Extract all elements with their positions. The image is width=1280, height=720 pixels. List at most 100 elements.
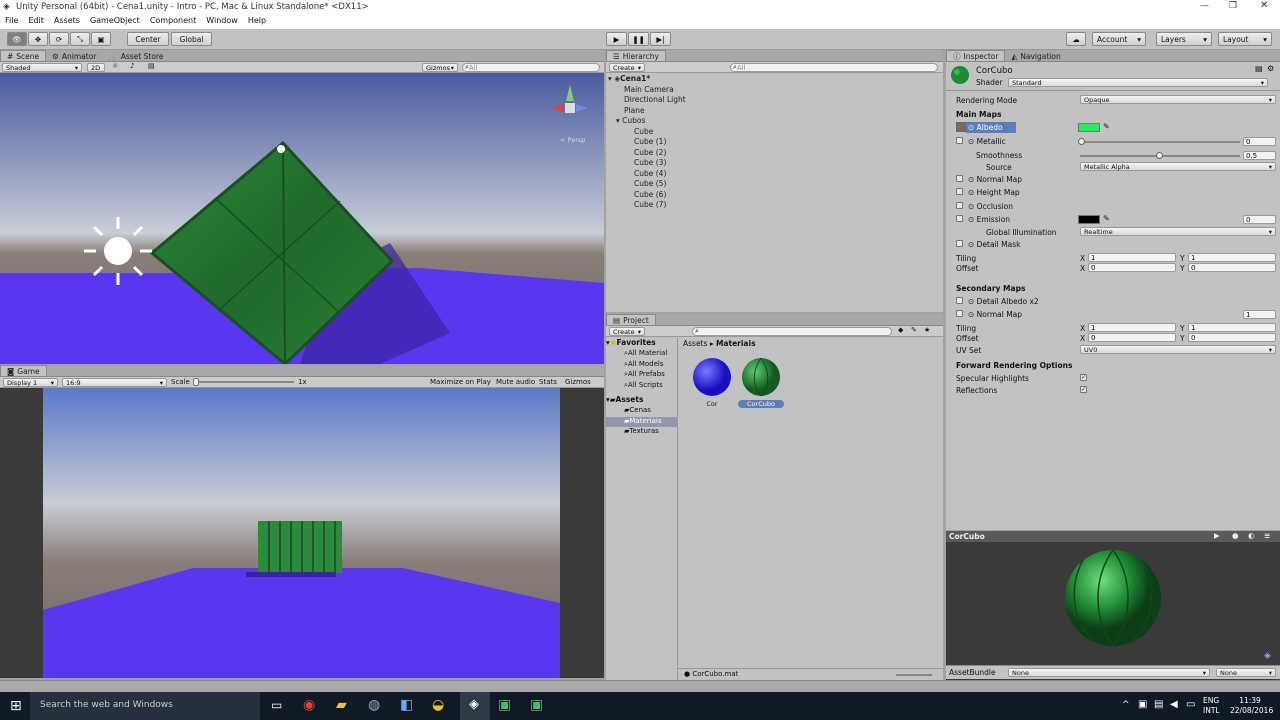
menu-edit[interactable]: Edit xyxy=(23,15,49,29)
action-center-icon[interactable]: ▤ xyxy=(1154,699,1163,710)
pivot-center-button[interactable]: Center xyxy=(127,32,169,46)
emission-slot[interactable] xyxy=(956,215,963,222)
aspect-dropdown[interactable]: 16:9 ▾ xyxy=(62,378,167,387)
project-search-input[interactable]: ⌕ xyxy=(692,327,892,336)
scene-root[interactable]: ▾ ◈Cena1* xyxy=(608,74,938,85)
assetbundle-dropdown[interactable]: None ▾ xyxy=(1008,668,1210,677)
hierarchy-child[interactable]: Cube (3) xyxy=(608,158,938,169)
scene-search-input[interactable]: ⌕ All xyxy=(462,63,600,72)
camtasia-recorder-icon[interactable]: ▣ xyxy=(530,697,543,713)
visual-studio-icon[interactable]: ◧ xyxy=(400,697,413,713)
book-icon[interactable]: ▤ xyxy=(1255,64,1263,73)
hierarchy-search-input[interactable]: ⌕ All xyxy=(730,63,938,72)
smoothness-value-field[interactable]: 0.5 xyxy=(1243,151,1276,160)
cubes-group[interactable] xyxy=(246,521,342,577)
asset-folder-selected[interactable]: ▰Materiais xyxy=(606,416,677,427)
steam-icon[interactable]: ◍ xyxy=(368,697,380,713)
task-view-icon[interactable]: ▭ xyxy=(271,698,282,712)
offset-x-field[interactable]: 0 xyxy=(1088,263,1176,272)
uv-set-dropdown[interactable]: UV0 ▾ xyxy=(1080,345,1276,354)
reflections-checkbox[interactable]: ✓ xyxy=(1080,386,1087,393)
assets-header[interactable]: ▾▰Assets xyxy=(606,395,677,406)
scale-slider[interactable] xyxy=(194,381,294,383)
preview-sphere[interactable] xyxy=(1063,548,1163,648)
eyedropper-icon[interactable]: ✎ xyxy=(1103,214,1110,223)
tiling2-x-field[interactable]: 1 xyxy=(1088,323,1176,332)
unity-taskbar-button[interactable]: ◈ xyxy=(460,692,490,720)
scale-slider-thumb[interactable] xyxy=(193,378,199,386)
breadcrumb-root[interactable]: Assets xyxy=(683,339,707,348)
pause-button[interactable]: ❚❚ xyxy=(628,32,649,46)
asset-folder[interactable]: ▰Cenas xyxy=(606,406,677,417)
hierarchy-child[interactable]: Cube (4) xyxy=(608,169,938,180)
game-viewport[interactable] xyxy=(43,388,560,678)
metallic-value-field[interactable]: 0 xyxy=(1243,137,1276,146)
menu-file[interactable]: File xyxy=(0,15,23,29)
step-button[interactable]: ▶| xyxy=(650,32,671,46)
metallic-slider[interactable] xyxy=(1080,141,1240,143)
eyedropper-icon[interactable]: ✎ xyxy=(1103,122,1110,131)
account-dropdown[interactable]: Account ▾ xyxy=(1092,32,1146,46)
hierarchy-child[interactable]: Cube (1) xyxy=(608,137,938,148)
maximize-button[interactable]: ❐ xyxy=(1229,1,1237,11)
source-dropdown[interactable]: Metallic Alpha ▾ xyxy=(1080,162,1276,171)
mode-2d-toggle[interactable]: 2D xyxy=(87,63,105,72)
network-icon[interactable]: ▣ xyxy=(1138,699,1147,710)
project-create-dropdown[interactable]: Create ▾ xyxy=(609,327,645,336)
occlusion-slot[interactable] xyxy=(956,202,963,209)
sphere-preview-icon[interactable]: ● xyxy=(1232,531,1239,540)
shader-dropdown[interactable]: Standard ▾ xyxy=(1008,78,1268,87)
hierarchy-child[interactable]: Cube xyxy=(608,127,938,138)
scale-tool-button[interactable]: ⤡ xyxy=(70,32,90,46)
persp-label[interactable]: < Persp xyxy=(560,136,585,144)
tab-game[interactable]: ◙ Game xyxy=(0,365,47,376)
hierarchy-child[interactable]: Cube (7) xyxy=(608,200,938,211)
tiling-x-field[interactable]: 1 xyxy=(1088,253,1176,262)
norton-icon[interactable]: ◒ xyxy=(432,697,444,713)
normal-map2-slot[interactable] xyxy=(956,310,963,317)
move-tool-button[interactable]: ✥ xyxy=(28,32,48,46)
hierarchy-item[interactable]: Plane xyxy=(608,106,938,117)
scene-viewport[interactable] xyxy=(0,73,604,364)
hierarchy-group[interactable]: ▾ Cubos xyxy=(608,116,938,127)
show-hidden-icons[interactable]: ^ xyxy=(1122,700,1130,710)
maximize-on-play-toggle[interactable]: Maximize on Play xyxy=(430,378,491,386)
hierarchy-child[interactable]: Cube (6) xyxy=(608,190,938,201)
sun-light-gizmo[interactable] xyxy=(104,237,132,265)
tab-asset-store[interactable]: 🛒 Asset Store xyxy=(102,51,169,62)
tag-icon[interactable]: ◈ xyxy=(1264,651,1271,661)
pivot-global-button[interactable]: Global xyxy=(171,32,212,46)
rotate-tool-button[interactable]: ⟳ xyxy=(49,32,69,46)
tab-project[interactable]: ▤ Project xyxy=(606,314,656,325)
favorite-item[interactable]: ⌕All Material xyxy=(606,349,677,360)
asset-tile[interactable]: Cor xyxy=(690,356,734,408)
taskbar-search-box[interactable]: Search the web and Windows xyxy=(30,692,260,720)
clock[interactable]: 11:39 22/08/2016 xyxy=(1230,696,1273,716)
tab-inspector[interactable]: ⓘ Inspector xyxy=(946,50,1006,61)
tab-animator[interactable]: ⚙ Animator xyxy=(46,51,102,62)
menu-gameobject[interactable]: GameObject xyxy=(85,15,145,29)
normal-map-slot[interactable] xyxy=(956,175,963,182)
light-preview-icon[interactable]: ◐ xyxy=(1248,531,1255,540)
metallic-texture-slot[interactable] xyxy=(956,137,963,144)
rendering-mode-dropdown[interactable]: Opaque ▾ xyxy=(1080,95,1276,104)
menu-component[interactable]: Component xyxy=(145,15,201,29)
lighting-toggle-icon[interactable]: ☼ xyxy=(112,62,118,70)
hierarchy-child[interactable]: Cube (5) xyxy=(608,179,938,190)
menu-assets[interactable]: Assets xyxy=(49,15,85,29)
asset-folder[interactable]: ▰Texturas xyxy=(606,427,677,438)
favorite-star-icon[interactable]: ★ xyxy=(924,326,930,334)
hierarchy-item[interactable]: Directional Light xyxy=(608,95,938,106)
tab-scene[interactable]: # Scene xyxy=(0,50,47,61)
scene-gizmos-dropdown[interactable]: Gizmos ▾ xyxy=(422,63,458,72)
albedo-texture-slot[interactable] xyxy=(956,122,966,132)
game-gizmos-dropdown[interactable]: Gizmos xyxy=(565,378,591,386)
metallic-slider-thumb[interactable] xyxy=(1078,138,1085,145)
filter-type-icon[interactable]: ◆ xyxy=(898,326,903,334)
shading-dropdown[interactable]: Shaded ▾ xyxy=(2,63,82,72)
chrome-icon[interactable]: ◉ xyxy=(303,697,315,713)
stats-toggle[interactable]: Stats xyxy=(539,378,557,386)
tiling-y-field[interactable]: 1 xyxy=(1188,253,1276,262)
language-indicator[interactable]: ENG INTL xyxy=(1203,696,1220,716)
assetbundle-variant-dropdown[interactable]: None ▾ xyxy=(1216,668,1276,677)
